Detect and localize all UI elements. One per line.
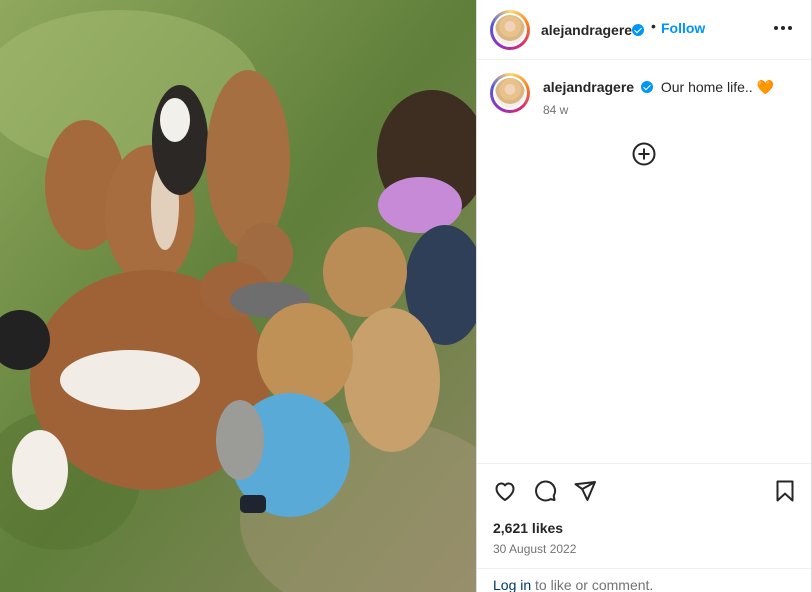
caption-verified-badge-icon <box>640 81 653 93</box>
header-username[interactable]: alejandragere <box>541 22 632 38</box>
comment-icon[interactable] <box>533 479 557 503</box>
avatar[interactable] <box>490 10 530 50</box>
caption-avatar[interactable] <box>490 73 530 113</box>
login-link[interactable]: Log in <box>493 577 531 592</box>
post-date: 30 August 2022 <box>493 542 577 556</box>
post-age[interactable]: 84 w <box>543 103 568 117</box>
login-prompt-bar: Log in to like or comment. <box>477 568 812 592</box>
login-prompt-suffix: to like or comment. <box>531 577 654 592</box>
login-prompt: Log in to like or comment. <box>493 577 653 592</box>
send-icon[interactable] <box>573 479 597 503</box>
post-side-panel: alejandragere • Follow alejandragere Our… <box>477 0 812 592</box>
post-actions: 2,621 likes 30 August 2022 Log in to lik… <box>477 463 812 592</box>
verified-badge-icon <box>632 24 644 36</box>
follow-button[interactable]: Follow <box>661 20 705 36</box>
post-caption: alejandragere Our home life.. 🧡 <box>543 79 774 96</box>
orange-heart-emoji: 🧡 <box>756 79 774 95</box>
separator-dot: • <box>651 18 656 34</box>
goats-and-children-photo <box>0 0 476 592</box>
caption-username[interactable]: alejandragere <box>543 79 634 95</box>
add-circle-icon[interactable] <box>632 142 656 166</box>
likes-count[interactable]: 2,621 likes <box>493 520 563 536</box>
bookmark-icon[interactable] <box>773 479 797 503</box>
post-header: alejandragere • Follow <box>477 0 812 60</box>
profile-photo <box>495 15 525 45</box>
heart-icon[interactable] <box>493 479 517 503</box>
caption-text: Our home life.. <box>660 79 753 95</box>
post-photo <box>0 0 476 592</box>
more-options-icon[interactable] <box>774 26 792 32</box>
caption-profile-photo <box>495 78 525 108</box>
